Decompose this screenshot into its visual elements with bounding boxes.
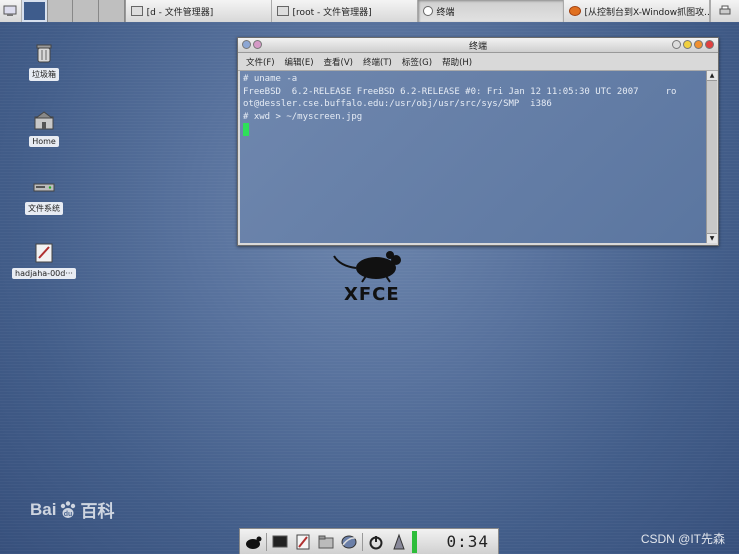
globe-icon xyxy=(341,535,357,548)
xfce-logo-text: XFCE xyxy=(344,284,400,305)
clock[interactable]: 0:34 xyxy=(446,532,495,551)
taskbar-item-root-file-manager[interactable]: [root - 文件管理器] xyxy=(272,0,418,22)
folder-icon xyxy=(318,535,334,548)
taskbar-item-terminal[interactable]: 终端 xyxy=(417,0,564,22)
terminal-menubar: 文件(F) 编辑(E) 查看(V) 终端(T) 标签(G) 帮助(H) xyxy=(238,53,718,71)
cpu-load-meter xyxy=(412,530,417,553)
xfce-menu-button[interactable] xyxy=(243,532,263,552)
baidu-text-suffix: 百科 xyxy=(80,502,115,521)
workspace-pager xyxy=(21,0,126,22)
desktop-icon-trash[interactable]: 垃圾箱 xyxy=(12,42,76,81)
show-desktop-button[interactable] xyxy=(0,0,22,22)
desktop-icon-filesystem[interactable]: 文件系统 xyxy=(12,176,76,215)
menu-tabs[interactable]: 标签(G) xyxy=(402,56,432,68)
folder-icon xyxy=(276,6,289,16)
xfce-logo: XFCE xyxy=(330,248,410,308)
desktop-icon-label: hadjaha-00d··· xyxy=(12,268,76,279)
baidu-paw-text: du xyxy=(64,511,73,518)
desktop-icon-document[interactable]: hadjaha-00d··· xyxy=(12,242,76,279)
close-button[interactable] xyxy=(705,40,714,49)
folder-icon xyxy=(130,6,143,16)
power-icon xyxy=(369,535,383,549)
scroll-up-arrow-icon[interactable]: ▲ xyxy=(707,71,717,81)
drive-icon xyxy=(33,183,55,192)
shade-button[interactable] xyxy=(672,40,681,49)
terminal-icon xyxy=(422,6,433,16)
editor-launcher[interactable] xyxy=(293,532,313,552)
xfce-mouse-icon xyxy=(246,536,262,549)
terminal-line: FreeBSD 6.2-RELEASE FreeBSD 6.2-RELEASE … xyxy=(243,86,677,97)
menu-help[interactable]: 帮助(H) xyxy=(442,56,472,68)
trash-icon xyxy=(36,44,52,63)
menu-view[interactable]: 查看(V) xyxy=(324,56,353,68)
separator xyxy=(266,532,267,551)
terminal-line: # uname -a xyxy=(243,74,298,84)
terminal-titlebar[interactable]: 终端 xyxy=(238,38,718,53)
tray-button[interactable] xyxy=(709,0,739,22)
lock-screen-button[interactable] xyxy=(389,532,409,552)
menu-file[interactable]: 文件(F) xyxy=(246,56,275,68)
home-folder-icon xyxy=(34,111,54,130)
browser-launcher[interactable] xyxy=(339,532,359,552)
taskbar-item-firefox[interactable]: [从控制台到X-Window抓图攻... xyxy=(564,0,710,22)
baidu-paw-icon: du xyxy=(61,500,76,518)
scroll-down-arrow-icon[interactable]: ▼ xyxy=(707,233,717,243)
task-label: [d - 文件管理器] xyxy=(146,7,214,18)
task-label: 终端 xyxy=(436,7,455,18)
menu-terminal[interactable]: 终端(T) xyxy=(363,56,392,68)
printer-icon xyxy=(719,5,731,15)
desktop-icon-label: Home xyxy=(29,136,59,147)
terminal-icon xyxy=(272,535,288,547)
terminal-scrollbar[interactable]: ▲ ▼ xyxy=(706,71,717,243)
workspace-1[interactable] xyxy=(21,0,48,22)
lock-icon xyxy=(393,533,405,549)
baidu-text: Bai xyxy=(30,499,57,519)
workspace-2[interactable] xyxy=(47,0,74,22)
sticky-button[interactable] xyxy=(253,40,262,49)
terminal-line: ot@dessler.cse.buffalo.edu:/usr/obj/usr/… xyxy=(243,99,552,109)
taskbar-item-d-file-manager[interactable]: [d - 文件管理器] xyxy=(126,0,272,22)
terminal-output[interactable]: # uname -a FreeBSD 6.2-RELEASE FreeBSD 6.… xyxy=(240,71,706,243)
terminal-window: 终端 文件(F) 编辑(E) 查看(V) 终端(T) 标签(G) 帮助(H) #… xyxy=(237,37,719,246)
task-label: [root - 文件管理器] xyxy=(292,7,372,18)
desktop-icon-label: 垃圾箱 xyxy=(29,68,59,81)
menu-edit[interactable]: 编辑(E) xyxy=(285,56,314,68)
file-manager-launcher[interactable] xyxy=(316,532,336,552)
minimize-button[interactable] xyxy=(683,40,692,49)
terminal-launcher[interactable] xyxy=(270,532,290,552)
workspace-3[interactable] xyxy=(73,0,99,22)
window-menu-button[interactable] xyxy=(242,40,251,49)
desktop-icon-home[interactable]: Home xyxy=(12,110,76,147)
task-label: [从控制台到X-Window抓图攻... xyxy=(584,7,710,18)
bottom-panel: 0:34 xyxy=(239,528,499,554)
terminal-title: 终端 xyxy=(468,41,487,52)
top-panel: [d - 文件管理器] [root - 文件管理器] 终端 [从控制台到X-Wi… xyxy=(0,0,739,23)
workspace-4[interactable] xyxy=(98,0,125,22)
document-icon xyxy=(35,243,53,263)
terminal-line: # xwd > ~/myscreen.jpg xyxy=(243,111,363,122)
separator xyxy=(362,532,363,551)
maximize-button[interactable] xyxy=(694,40,703,49)
terminal-cursor xyxy=(243,123,249,136)
logout-button[interactable] xyxy=(366,532,386,552)
csdn-watermark: CSDN @IT先森 xyxy=(640,532,725,546)
desktop-icon xyxy=(3,5,17,16)
desktop-icon-label: 文件系统 xyxy=(25,202,63,215)
firefox-icon xyxy=(568,6,581,16)
baidu-watermark: Bai du 百科 xyxy=(30,497,114,522)
text-editor-icon xyxy=(296,534,310,549)
